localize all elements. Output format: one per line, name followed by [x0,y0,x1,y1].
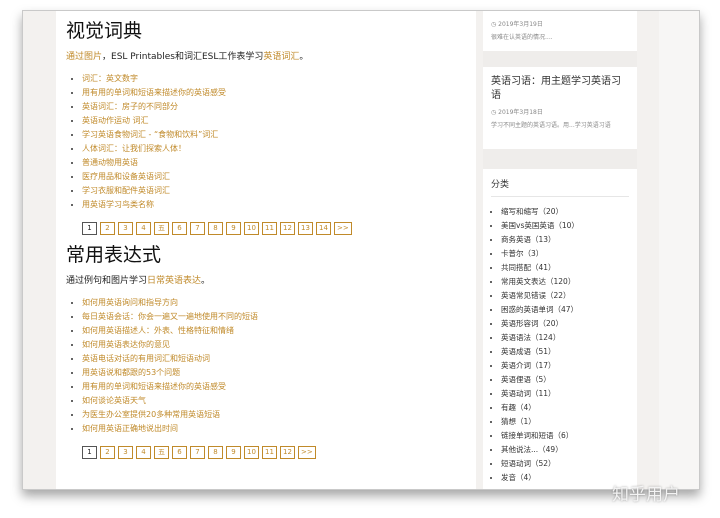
page-link[interactable]: 13 [298,222,313,235]
list-item-link[interactable]: 英语动作运动 词汇 [82,114,466,128]
next-page-link[interactable]: >> [334,222,352,235]
page-link[interactable]: 11 [262,446,277,459]
list-item-link[interactable]: 为医生办公室提供20多种常用英语短语 [82,408,466,422]
category-link[interactable]: 猜想（1） [501,415,629,429]
page-link[interactable]: 7 [190,222,205,235]
main-content: 视觉词典 通过图片，ESL Printables和词汇ESL工作表学习英语词汇。… [56,11,476,489]
page-link[interactable]: 14 [316,222,331,235]
pagination: 1 2 3 4 五 6 7 8 9 10 11 12 >> [82,446,466,459]
link-list: 词汇：英文数字 用有用的单词和短语来描述你的英语感受 英语词汇：房子的不同部分 … [66,72,466,212]
page-link[interactable]: 6 [172,446,187,459]
recent-post-card: 英语习语：用主题学习英语习语 ◷ 2019年3月18日 学习不同主题的英语习语。… [483,67,637,149]
category-link[interactable]: 常用英文表达（120） [501,275,629,289]
recent-post-card: ◷ 2019年3月19日 很难在认英语的情况.... [483,11,637,51]
list-item-link[interactable]: 如何用英语询问和指导方向 [82,296,466,310]
page-link[interactable]: 2 [100,446,115,459]
page-link[interactable]: 10 [244,222,259,235]
post-date: ◷ 2019年3月18日 [491,109,543,116]
list-item-link[interactable]: 如何用英语描述人：外表、性格特征和情绪 [82,324,466,338]
list-item-link[interactable]: 普通动物用英语 [82,156,466,170]
page-link[interactable]: 五 [154,222,169,235]
page-link[interactable]: 8 [208,222,223,235]
category-link[interactable]: 缩写和缩写（20） [501,205,629,219]
page-link[interactable]: 8 [208,446,223,459]
page-link[interactable]: 11 [262,222,277,235]
list-item-link[interactable]: 用英语说和都跟的53个问题 [82,366,466,380]
list-item-link[interactable]: 用英语学习鸟类名称 [82,198,466,212]
category-link[interactable]: 卡普尔（3） [501,247,629,261]
page-link[interactable]: 3 [118,446,133,459]
post-excerpt: 学习不同主题的英语习语。用...学习英语习语 [491,122,611,129]
browser-page-frame: 视觉词典 通过图片，ESL Printables和词汇ESL工作表学习英语词汇。… [22,10,700,490]
list-item-link[interactable]: 如何谈论英语天气 [82,394,466,408]
category-link[interactable]: 英语常见错误（22） [501,289,629,303]
category-link[interactable]: 英语介词（17） [501,359,629,373]
list-item-link[interactable]: 英语词汇：房子的不同部分 [82,100,466,114]
page-link[interactable]: 6 [172,222,187,235]
intro-link-daily-expressions[interactable]: 日常英语表达 [147,276,201,286]
list-item-link[interactable]: 如何用英语正确地说出时间 [82,422,466,436]
category-link[interactable]: 英语成语（51） [501,345,629,359]
category-link[interactable]: 短语动词（52） [501,457,629,471]
category-list: 缩写和缩写（20） 美国vs英国英语（10） 商务英语（13） 卡普尔（3） 共… [491,205,629,485]
page-link[interactable]: 2 [100,222,115,235]
post-date: ◷ 2019年3月19日 [491,21,543,28]
list-item-link[interactable]: 英语电话对话的有用词汇和短语动词 [82,352,466,366]
category-link[interactable]: 共同搭配（41） [501,261,629,275]
category-link[interactable]: 商务英语（13） [501,233,629,247]
section-intro: 通过例句和图片学习日常英语表达。 [66,276,211,286]
category-link[interactable]: 英语俚语（5） [501,373,629,387]
page-link[interactable]: 3 [118,222,133,235]
list-item-link[interactable]: 每日英语会话：你会一遍又一遍地使用不同的短语 [82,310,466,324]
post-title-link[interactable]: 英语习语：用主题学习英语习语 [491,75,629,103]
category-link[interactable]: 链接单词和短语（6） [501,429,629,443]
page-link[interactable]: 9 [226,446,241,459]
category-link[interactable]: 英语形容词（20） [501,317,629,331]
categories-title: 分类 [491,177,629,197]
intro-link-pictures[interactable]: 通过图片 [66,52,102,62]
category-link[interactable]: 发音（4） [501,471,629,485]
category-link[interactable]: 美国vs英国英语（10） [501,219,629,233]
post-excerpt: 很难在认英语的情况.... [491,34,553,41]
page-link[interactable]: 7 [190,446,205,459]
page-margin [659,11,699,489]
page-link[interactable]: 4 [136,222,151,235]
pagination: 1 2 3 4 五 6 7 8 9 10 11 12 13 14 >> [82,222,466,235]
list-item-link[interactable]: 用有用的单词和短语来描述你的英语感受 [82,380,466,394]
list-item-link[interactable]: 词汇：英文数字 [82,72,466,86]
page-link[interactable]: 10 [244,446,259,459]
category-link[interactable]: 其他说法...（49） [501,443,629,457]
page-link[interactable]: 4 [136,446,151,459]
list-item-link[interactable]: 学习衣服和配件英语词汇 [82,184,466,198]
watermark-text: 知乎用户 [612,485,680,505]
category-link[interactable]: 有趣（4） [501,401,629,415]
list-item-link[interactable]: 如何用英语表达你的意见 [82,338,466,352]
section-title-common-expressions: 常用表达式 [66,244,162,266]
category-link[interactable]: 困惑的英语单词（47） [501,303,629,317]
section-title-visual-dictionary: 视觉词典 [66,20,143,42]
section-intro: 通过图片，ESL Printables和词汇ESL工作表学习英语词汇。 [66,52,309,62]
list-item-link[interactable]: 医疗用品和设备英语词汇 [82,170,466,184]
intro-link-vocabulary[interactable]: 英语词汇 [263,52,299,62]
page-link-current[interactable]: 1 [82,446,97,459]
page-link[interactable]: 12 [280,446,295,459]
page-link[interactable]: 五 [154,446,169,459]
list-item-link[interactable]: 用有用的单词和短语来描述你的英语感受 [82,86,466,100]
page-link[interactable]: 12 [280,222,295,235]
list-item-link[interactable]: 人体词汇：让我们探索人体！ [82,142,466,156]
link-list: 如何用英语询问和指导方向 每日英语会话：你会一遍又一遍地使用不同的短语 如何用英… [66,296,466,436]
category-link[interactable]: 英语动词（11） [501,387,629,401]
page-link-current[interactable]: 1 [82,222,97,235]
page-link[interactable]: 9 [226,222,241,235]
categories-widget: 分类 缩写和缩写（20） 美国vs英国英语（10） 商务英语（13） 卡普尔（3… [483,169,637,489]
list-item-link[interactable]: 学习英语食物词汇 - “食物和饮料”词汇 [82,128,466,142]
category-link[interactable]: 英语语法（124） [501,331,629,345]
next-page-link[interactable]: >> [298,446,316,459]
